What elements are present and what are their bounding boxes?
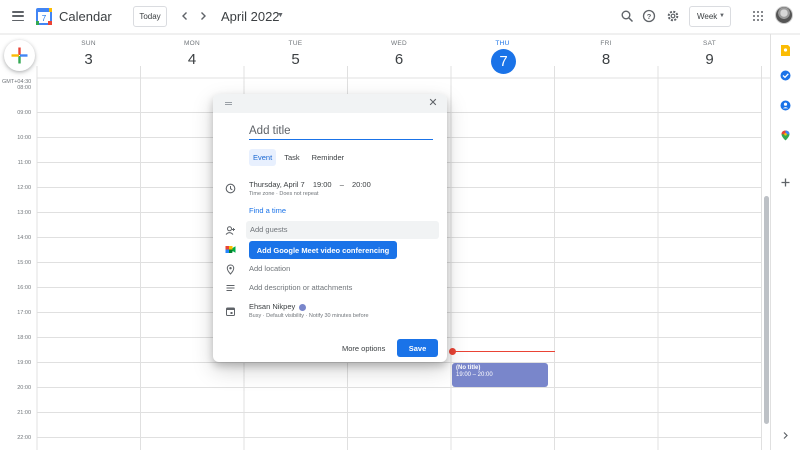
- add-guests-icon: [225, 226, 235, 235]
- more-options-button[interactable]: More options: [342, 344, 385, 353]
- add-location-input[interactable]: Add location: [249, 264, 290, 273]
- add-google-meet-button[interactable]: Add Google Meet video conferencing: [249, 241, 397, 259]
- drag-handle-icon[interactable]: [225, 102, 232, 105]
- hour-label: 22:00: [17, 434, 31, 441]
- google-meet-icon: [225, 246, 236, 253]
- calendar-icon: [226, 307, 235, 316]
- time-zone-repeat[interactable]: Time zone · Does not repeat: [249, 191, 319, 197]
- scrollbar[interactable]: [764, 196, 769, 424]
- event-title: (No title): [456, 365, 481, 371]
- maps-icon[interactable]: [780, 130, 791, 141]
- tab-task[interactable]: Task: [280, 149, 303, 166]
- add-guests-input[interactable]: Add guests: [246, 221, 439, 239]
- event-start-time[interactable]: 19:00: [313, 180, 332, 189]
- event-quick-create-dialog: ✕ Event Task Reminder Thursday, April 7 …: [213, 94, 447, 362]
- right-side-panel: [770, 34, 800, 450]
- tab-reminder[interactable]: Reminder: [308, 149, 349, 166]
- location-icon: [226, 264, 235, 275]
- hour-label: 12:00: [17, 184, 31, 191]
- plus-icon[interactable]: [780, 177, 791, 188]
- hour-label: 13:00: [17, 209, 31, 216]
- hour-label: 10:00: [17, 134, 31, 141]
- hour-label: 20:00: [17, 384, 31, 391]
- calendar-app: 7 Calendar Today April 2022 ▼ ? Week ▼ S…: [0, 0, 800, 450]
- save-button[interactable]: Save: [397, 339, 438, 357]
- clock-icon: [225, 183, 236, 194]
- current-time-line: [452, 351, 555, 352]
- date-time-row[interactable]: Thursday, April 7 19:00 – 20:00: [249, 180, 377, 189]
- owner-details[interactable]: Busy · Default visibility · Notify 30 mi…: [249, 313, 369, 319]
- time-dash: –: [339, 180, 344, 189]
- hour-label: 15:00: [17, 259, 31, 266]
- calendar-owner[interactable]: Ehsan Nikpey: [249, 302, 307, 311]
- keep-icon[interactable]: [780, 45, 791, 56]
- hour-label: 08:00: [17, 84, 31, 91]
- tasks-icon[interactable]: [780, 70, 791, 81]
- dialog-drag-bar[interactable]: ✕: [213, 94, 447, 113]
- find-a-time-link[interactable]: Find a time: [249, 206, 286, 215]
- hour-label: 18:00: [17, 334, 31, 341]
- hour-label: 16:00: [17, 284, 31, 291]
- hour-label: 14:00: [17, 234, 31, 241]
- hour-label: 21:00: [17, 409, 31, 416]
- current-time-dot: [449, 348, 456, 355]
- owner-name: Ehsan Nikpey: [249, 302, 296, 311]
- event-title-input[interactable]: [249, 122, 433, 140]
- hour-label: 19:00: [17, 359, 31, 366]
- event-time: 19:00 – 20:00: [456, 372, 493, 378]
- hour-label: 09:00: [17, 109, 31, 116]
- add-description-input[interactable]: Add description or attachments: [249, 283, 352, 292]
- close-icon[interactable]: ✕: [427, 97, 439, 109]
- event-end-time[interactable]: 20:00: [352, 180, 371, 189]
- calendar-color-dot: [299, 303, 307, 311]
- contacts-icon[interactable]: [780, 100, 791, 111]
- hour-label: 17:00: [17, 309, 31, 316]
- chevron-right-icon[interactable]: [780, 430, 791, 441]
- event-date[interactable]: Thursday, April 7: [249, 180, 305, 189]
- description-icon: [226, 285, 235, 291]
- hour-label: 11:00: [17, 159, 31, 166]
- event-chip[interactable]: (No title) 19:00 – 20:00: [452, 363, 548, 387]
- event-type-tabs: Event Task Reminder: [249, 149, 348, 166]
- tab-event[interactable]: Event: [249, 149, 277, 166]
